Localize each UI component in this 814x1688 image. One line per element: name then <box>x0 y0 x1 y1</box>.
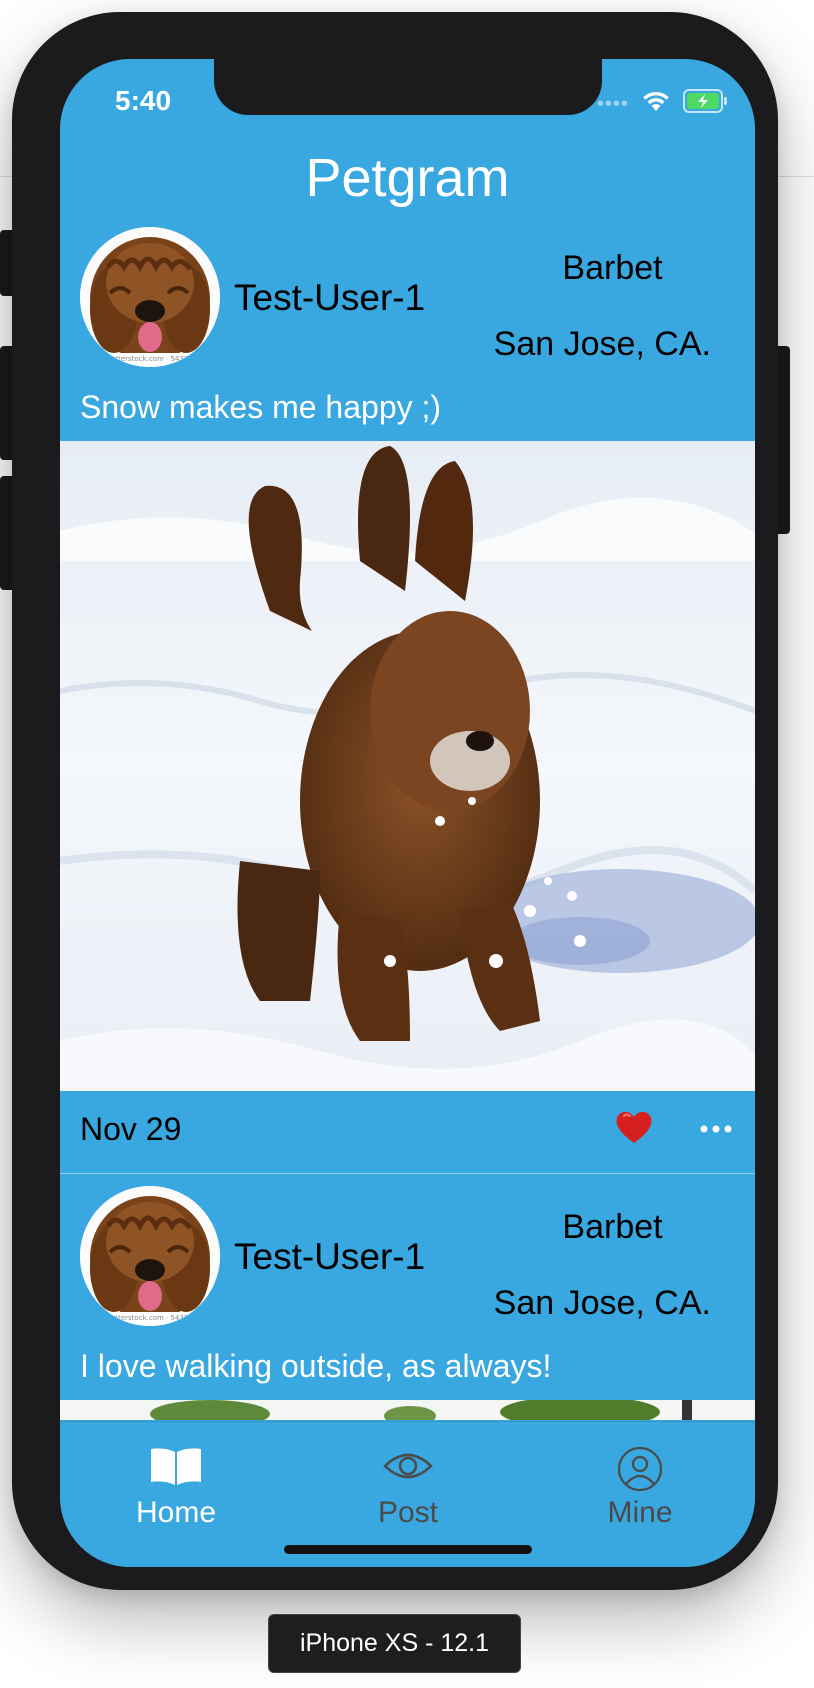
tab-mine[interactable]: Mine <box>524 1422 755 1532</box>
post-caption: I love walking outside, as always! <box>80 1348 552 1384</box>
app-screen: 5:40 •••• Petgram shutterstock.com · 543… <box>60 59 755 1567</box>
svg-text:shutterstock.com · 543258: shutterstock.com · 543258 <box>103 355 197 363</box>
tab-home[interactable]: Home <box>60 1422 292 1532</box>
battery-charging-icon <box>683 89 729 118</box>
post-date: Nov 29 <box>80 1111 182 1147</box>
post-photo[interactable] <box>60 1400 755 1420</box>
post-username[interactable]: Test-User-1 <box>234 1236 425 1278</box>
like-heart-icon[interactable] <box>614 1107 654 1147</box>
home-indicator[interactable] <box>284 1545 532 1554</box>
post-footer: Nov 29 <box>60 1091 755 1174</box>
status-time: 5:40 <box>115 85 172 116</box>
tab-post[interactable]: Post <box>292 1422 524 1532</box>
svg-text:shutterstock.com · 543258: shutterstock.com · 543258 <box>103 1314 197 1322</box>
status-icons: •••• <box>597 89 729 118</box>
post-username[interactable]: Test-User-1 <box>234 277 425 319</box>
device-label: iPhone XS - 12.1 <box>268 1614 521 1673</box>
app-title: Petgram <box>305 148 510 208</box>
post-card: shutterstock.com · 543258 Test-User-1 Ba… <box>60 227 755 1174</box>
book-icon <box>60 1446 292 1492</box>
eye-icon <box>292 1446 524 1492</box>
user-avatar[interactable]: shutterstock.com · 543258 <box>80 227 220 367</box>
post-photo[interactable] <box>60 441 755 1091</box>
tab-mine-label: Mine <box>607 1496 673 1529</box>
post-header: shutterstock.com · 543258 Test-User-1 Ba… <box>60 1186 755 1400</box>
post-header: shutterstock.com · 543258 Test-User-1 Ba… <box>60 227 755 441</box>
post-location: San Jose, CA. <box>493 325 711 363</box>
post-feed[interactable]: shutterstock.com · 543258 Test-User-1 Ba… <box>60 227 755 1465</box>
post-caption: Snow makes me happy ;) <box>80 389 442 425</box>
pet-breed: Barbet <box>562 1208 663 1246</box>
user-icon <box>524 1446 755 1492</box>
signal-icon: •••• <box>596 92 629 115</box>
pet-breed: Barbet <box>562 249 663 287</box>
post-card: shutterstock.com · 543258 Test-User-1 Ba… <box>60 1186 755 1420</box>
iphone-device-frame: 5:40 •••• Petgram shutterstock.com · 543… <box>12 12 778 1590</box>
tab-post-label: Post <box>377 1496 439 1529</box>
device-notch <box>214 59 602 115</box>
post-location: San Jose, CA. <box>493 1284 711 1322</box>
wifi-icon <box>641 90 671 117</box>
user-avatar[interactable]: shutterstock.com · 543258 <box>80 1186 220 1326</box>
more-options-icon[interactable] <box>696 1109 736 1149</box>
tab-home-label: Home <box>135 1496 217 1529</box>
